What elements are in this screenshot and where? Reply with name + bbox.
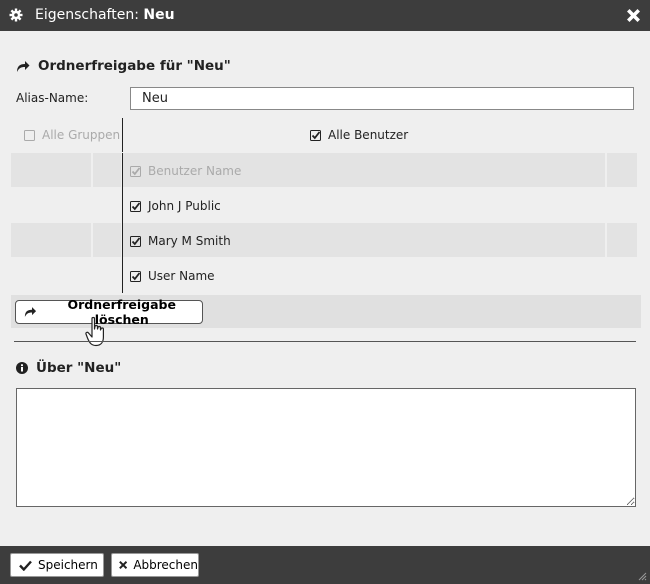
all-groups-label: Alle Gruppen bbox=[42, 128, 121, 142]
save-button[interactable]: Speichern bbox=[10, 553, 104, 577]
close-icon[interactable] bbox=[625, 7, 642, 24]
user-row: Benutzer Name bbox=[11, 153, 637, 187]
checked-box-icon bbox=[130, 165, 141, 177]
unchecked-box-icon bbox=[24, 129, 35, 141]
alias-input[interactable] bbox=[130, 87, 634, 110]
about-heading-text: Über "Neu" bbox=[36, 360, 122, 376]
user-name: Mary M Smith bbox=[148, 234, 231, 248]
hand-pointer-icon bbox=[85, 316, 104, 347]
share-arrow-icon bbox=[17, 60, 30, 72]
user-row: User Name bbox=[11, 258, 637, 292]
all-users-checkbox[interactable]: Alle Benutzer bbox=[310, 128, 408, 142]
gear-icon bbox=[9, 8, 23, 22]
about-heading: Über "Neu" bbox=[16, 360, 121, 376]
user-row: Mary M Smith bbox=[11, 223, 637, 257]
resize-grip-icon[interactable] bbox=[637, 571, 647, 581]
grid-header-row: Alle Gruppen Alle Benutzer bbox=[11, 118, 637, 152]
cancel-label: Abbrechen bbox=[133, 558, 198, 572]
column-divider bbox=[122, 118, 123, 152]
user-name: User Name bbox=[148, 269, 215, 283]
user-name: Benutzer Name bbox=[148, 164, 242, 178]
checked-box-icon bbox=[310, 129, 321, 141]
delete-share-label: Ordnerfreigabe löschen bbox=[67, 297, 176, 327]
info-icon bbox=[16, 362, 28, 374]
dialog-title-prefix: Eigenschaften: bbox=[35, 7, 139, 23]
user-checkbox[interactable]: Mary M Smith bbox=[130, 234, 231, 248]
all-users-label: Alle Benutzer bbox=[328, 128, 409, 142]
checked-box-icon bbox=[130, 235, 141, 247]
user-checkbox[interactable]: John J Public bbox=[130, 199, 221, 213]
about-textarea[interactable] bbox=[16, 388, 636, 507]
x-icon bbox=[119, 560, 128, 570]
dialog-title-name: Neu bbox=[143, 7, 175, 23]
checkmark-icon bbox=[19, 560, 32, 571]
column-divider bbox=[122, 153, 123, 293]
section-divider bbox=[14, 341, 636, 342]
share-arrow-icon bbox=[24, 307, 37, 317]
user-name: John J Public bbox=[148, 199, 221, 213]
user-checkbox: Benutzer Name bbox=[130, 164, 241, 178]
cancel-button[interactable]: Abbrechen bbox=[111, 553, 199, 577]
dialog-titlebar: Eigenschaften: Neu bbox=[0, 0, 650, 31]
user-checkbox[interactable]: User Name bbox=[130, 269, 215, 283]
all-groups-checkbox[interactable]: Alle Gruppen bbox=[24, 128, 120, 142]
checked-box-icon bbox=[130, 270, 141, 282]
user-row: John J Public bbox=[11, 188, 637, 222]
checked-box-icon bbox=[130, 200, 141, 212]
alias-label: Alias-Name: bbox=[16, 91, 89, 105]
share-heading: Ordnerfreigabe für "Neu" bbox=[16, 58, 231, 74]
share-heading-text: Ordnerfreigabe für "Neu" bbox=[38, 58, 231, 74]
dialog-title: Eigenschaften: Neu bbox=[35, 7, 175, 23]
save-label: Speichern bbox=[38, 558, 98, 572]
